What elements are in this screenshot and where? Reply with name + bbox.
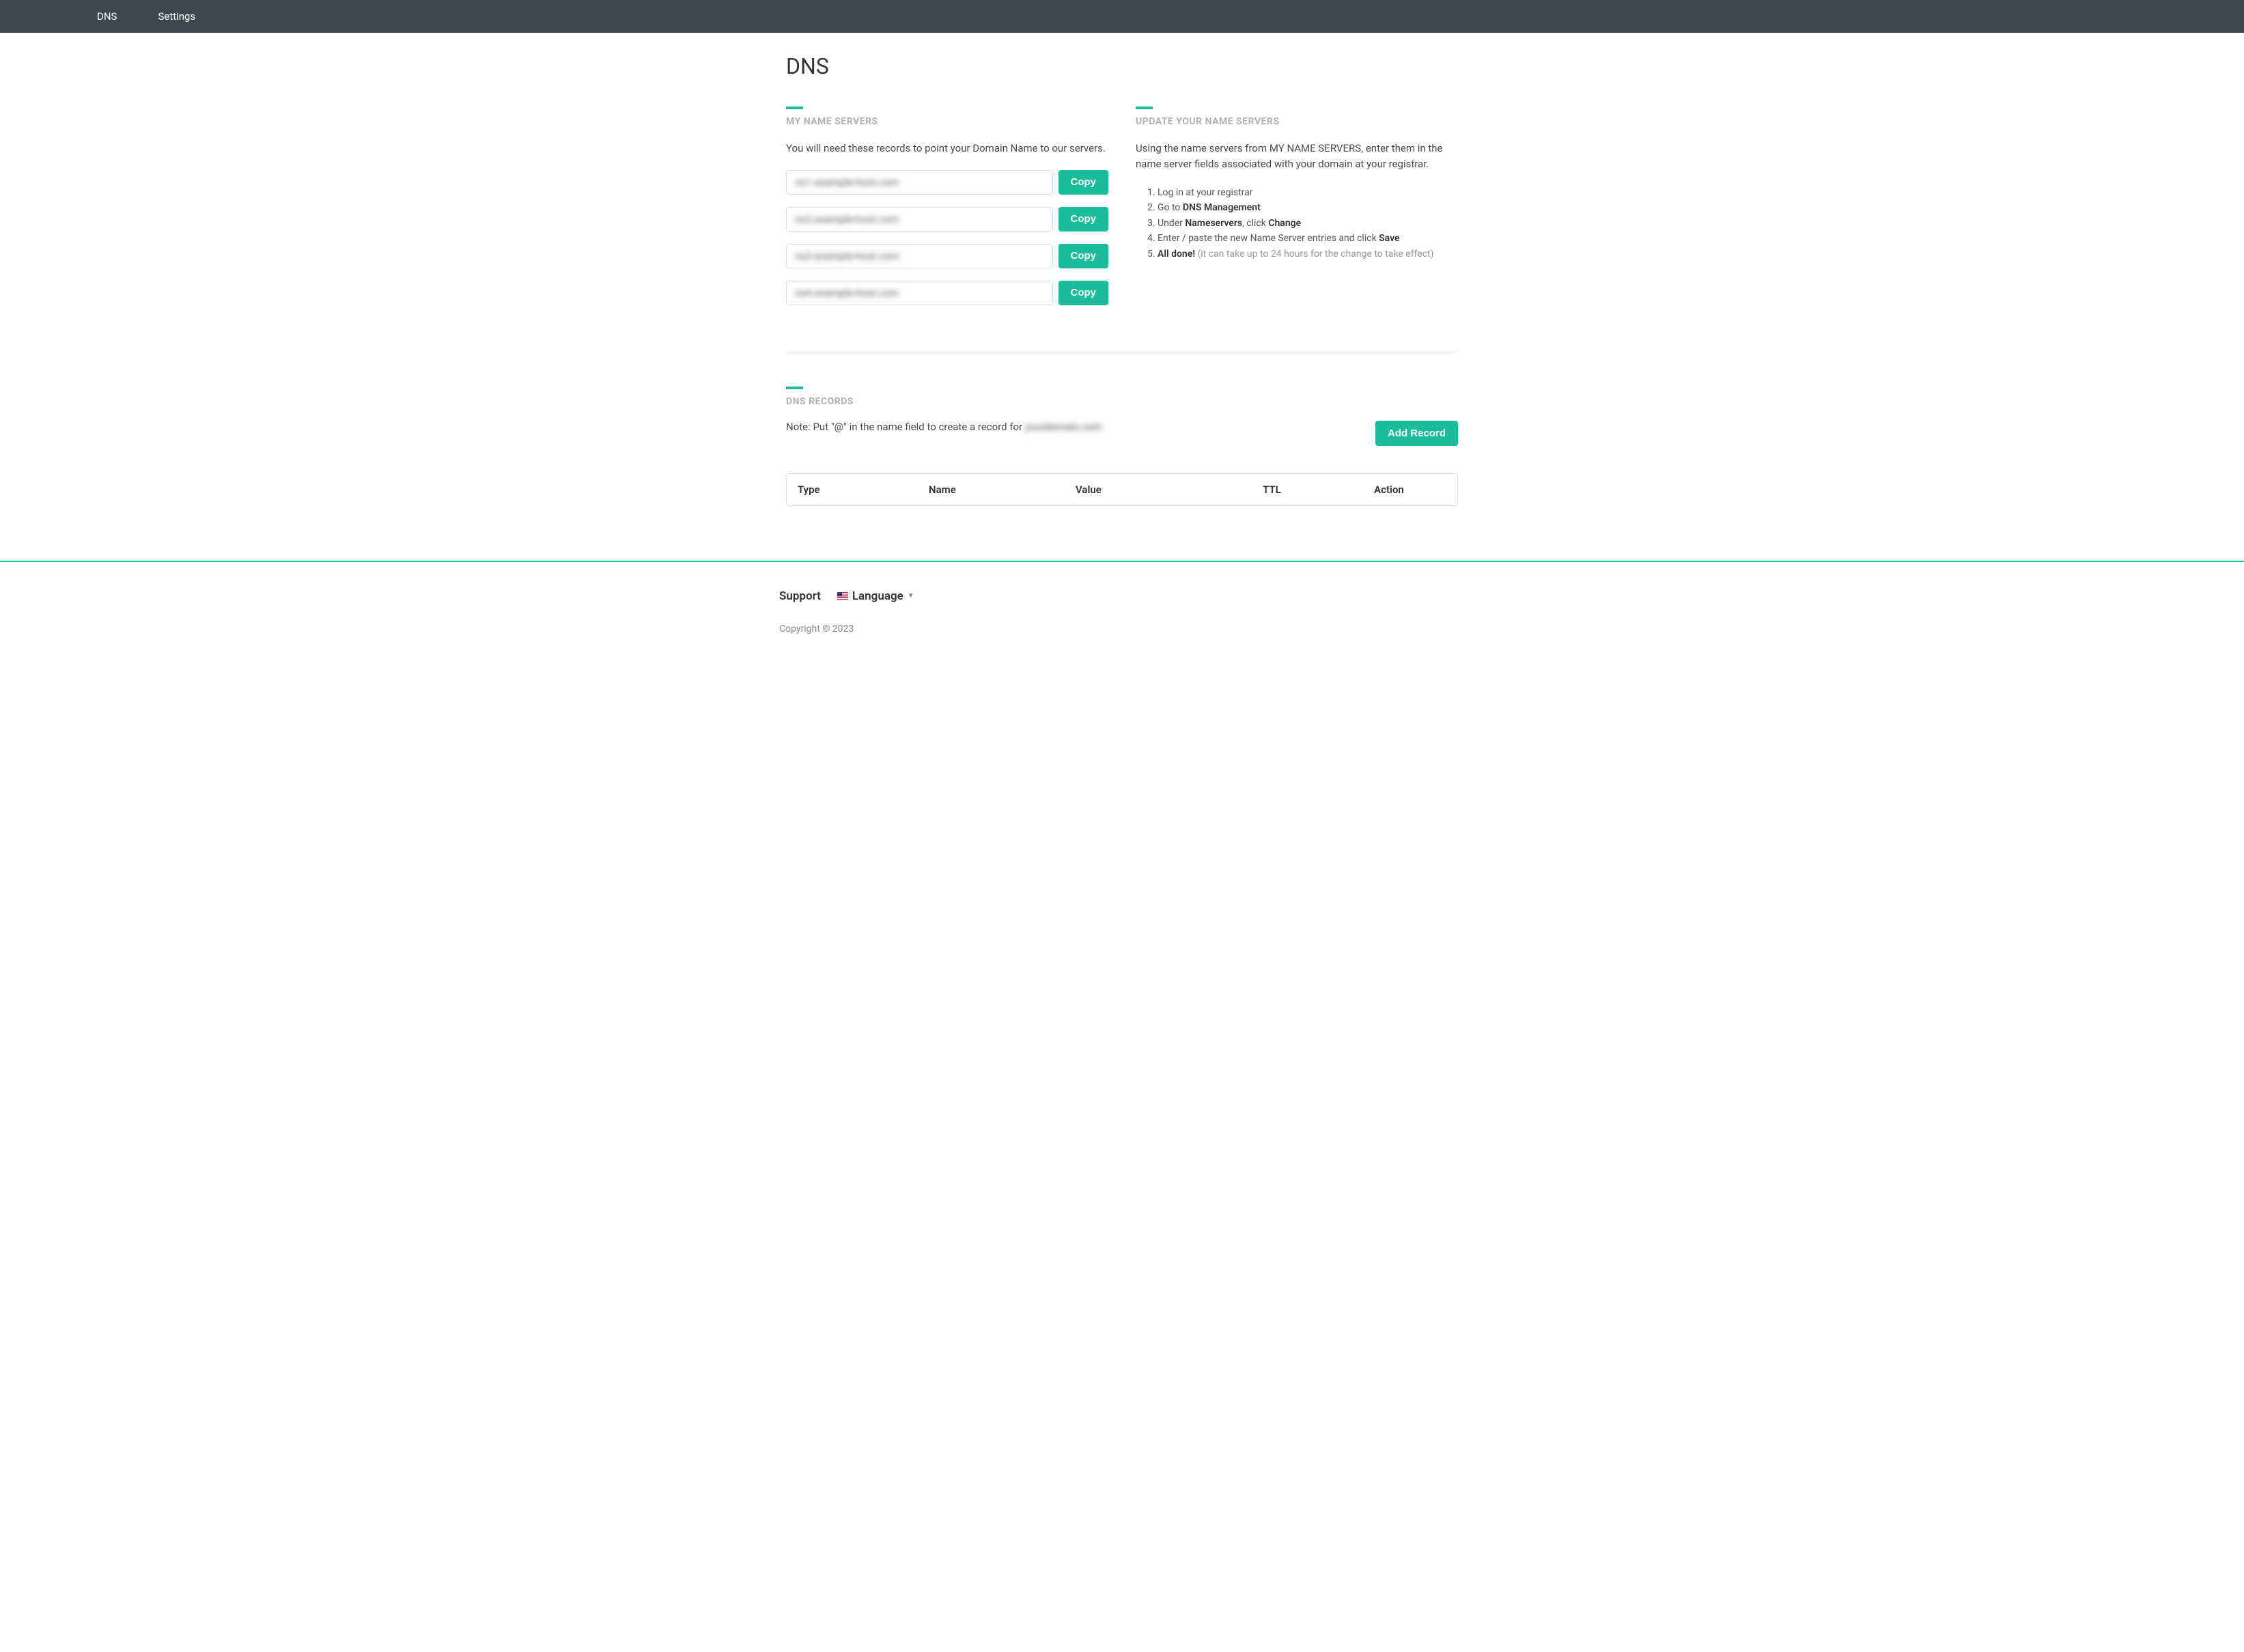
nameserver-row: ns1.example-host.com Copy xyxy=(786,170,1108,195)
navbar: DNS Settings xyxy=(0,0,2244,33)
chevron-down-icon: ▼ xyxy=(908,592,914,600)
dns-records-note: Note: Put "@" in the name field to creat… xyxy=(786,421,1102,433)
flag-us-icon xyxy=(837,592,848,600)
language-label: Language xyxy=(852,589,903,603)
nameserver-row: ns3.example-host.com Copy xyxy=(786,244,1108,268)
update-name-servers-title: UPDATE YOUR NAME SERVERS xyxy=(1136,116,1458,127)
dns-records-table: Type Name Value TTL Action xyxy=(786,473,1458,506)
nameserver-row: ns4.example-host.com Copy xyxy=(786,281,1108,305)
dns-records-section: DNS RECORDS Note: Put "@" in the name fi… xyxy=(786,387,1458,506)
footer: Support Language ▼ Copyright © 2023 xyxy=(779,562,1465,662)
table-header-type: Type xyxy=(798,484,929,496)
table-header-row: Type Name Value TTL Action xyxy=(787,474,1457,505)
dns-records-title: DNS RECORDS xyxy=(786,396,1458,407)
copy-button-1[interactable]: Copy xyxy=(1058,170,1109,195)
language-selector[interactable]: Language ▼ xyxy=(837,589,914,603)
nameserver-field-2[interactable]: ns2.example-host.com xyxy=(786,207,1053,232)
add-record-button[interactable]: Add Record xyxy=(1375,421,1458,446)
table-header-value: Value xyxy=(1076,484,1212,496)
table-header-action: Action xyxy=(1332,484,1446,496)
copyright-text: Copyright © 2023 xyxy=(779,624,1465,634)
nameserver-field-4[interactable]: ns4.example-host.com xyxy=(786,281,1053,305)
nav-settings-link[interactable]: Settings xyxy=(158,10,195,23)
section-accent-bar xyxy=(1136,107,1153,109)
nav-dns-link[interactable]: DNS xyxy=(97,10,117,23)
my-name-servers-desc: You will need these records to point you… xyxy=(786,141,1108,156)
update-step-4: Enter / paste the new Name Server entrie… xyxy=(1158,231,1458,246)
nameserver-field-1[interactable]: ns1.example-host.com xyxy=(786,170,1053,195)
copy-button-2[interactable]: Copy xyxy=(1058,207,1109,232)
section-accent-bar xyxy=(786,387,803,389)
copy-button-4[interactable]: Copy xyxy=(1058,281,1109,305)
update-step-2: Go to DNS Management xyxy=(1158,200,1458,215)
page-title: DNS xyxy=(786,53,1458,79)
update-step-3: Under Nameservers, click Change xyxy=(1158,216,1458,231)
support-link[interactable]: Support xyxy=(779,589,821,603)
update-step-1: Log in at your registrar xyxy=(1158,185,1458,200)
copy-button-3[interactable]: Copy xyxy=(1058,244,1109,268)
update-steps-list: Log in at your registrar Go to DNS Manag… xyxy=(1136,185,1458,262)
nameserver-field-3[interactable]: ns3.example-host.com xyxy=(786,244,1053,268)
my-name-servers-section: MY NAME SERVERS You will need these reco… xyxy=(786,107,1108,318)
table-header-ttl: TTL xyxy=(1212,484,1332,496)
nameserver-row: ns2.example-host.com Copy xyxy=(786,207,1108,232)
my-name-servers-title: MY NAME SERVERS xyxy=(786,116,1108,127)
update-name-servers-desc: Using the name servers from MY NAME SERV… xyxy=(1136,141,1458,171)
update-name-servers-section: UPDATE YOUR NAME SERVERS Using the name … xyxy=(1136,107,1458,318)
table-header-name: Name xyxy=(929,484,1076,496)
update-step-5: All done! (it can take up to 24 hours fo… xyxy=(1158,247,1458,262)
section-accent-bar xyxy=(786,107,803,109)
